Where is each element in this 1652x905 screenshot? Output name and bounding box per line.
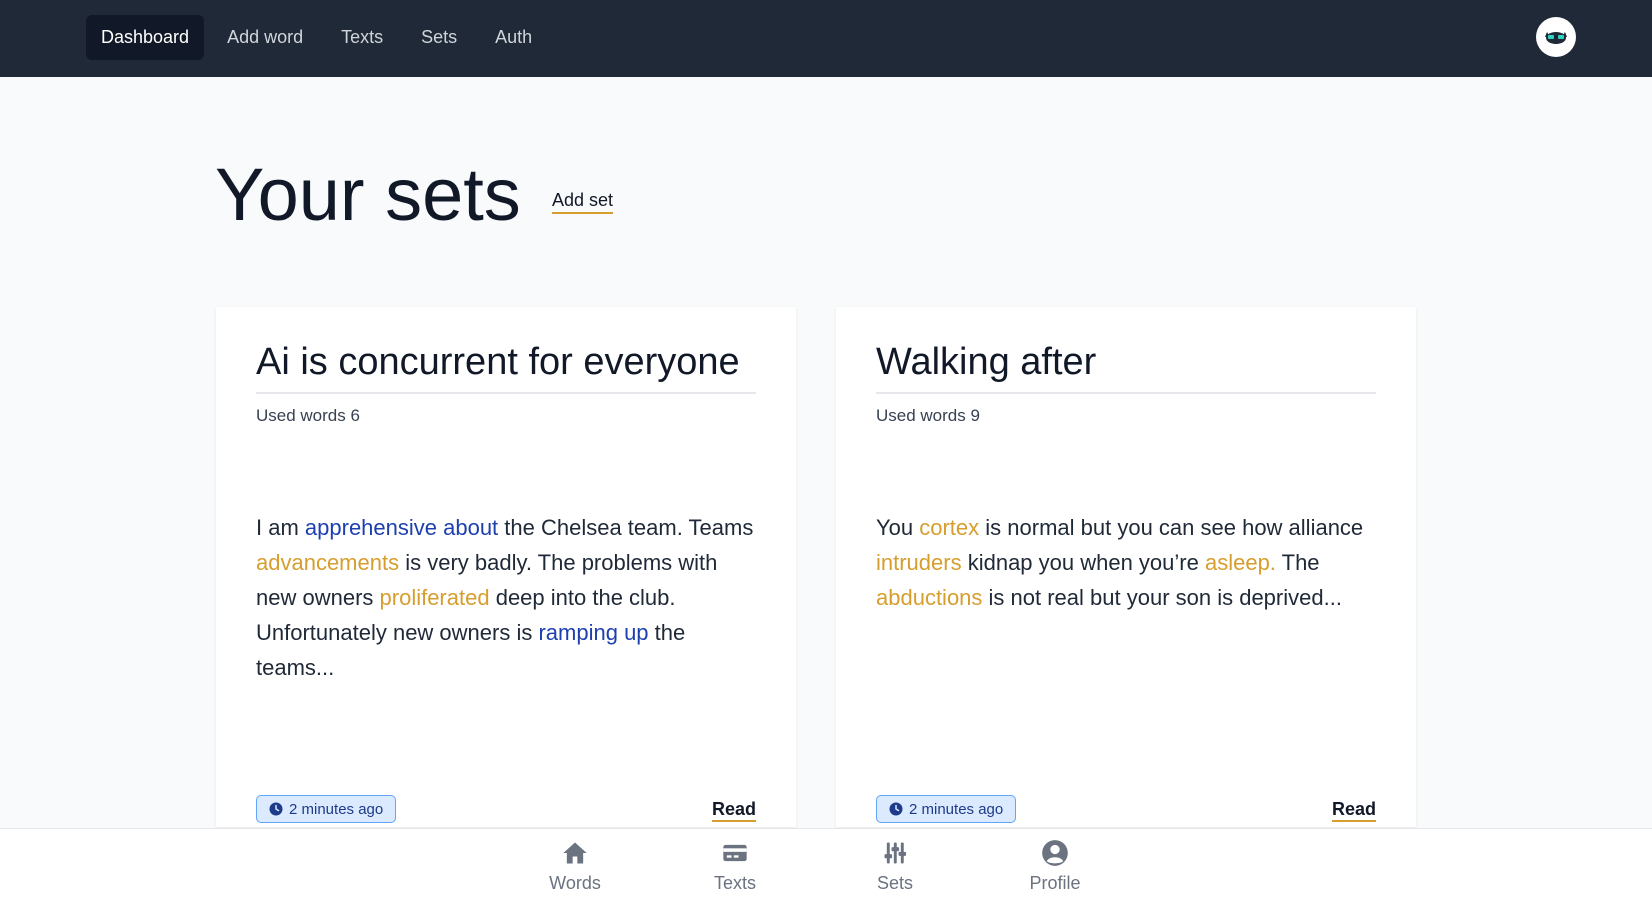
bottom-nav-label: Texts	[713, 873, 756, 893]
add-set-link[interactable]: Add set	[552, 190, 614, 214]
text-segment: kidnap you when you’re	[961, 550, 1205, 575]
bottom-nav-label: Words	[549, 873, 601, 893]
bottom-nav-texts[interactable]: Texts	[685, 839, 785, 894]
page-title: Your sets	[215, 153, 521, 236]
avatar[interactable]	[1536, 17, 1576, 57]
time-badge: 2 minutes ago	[876, 795, 1017, 823]
highlighted-word[interactable]: asleep.	[1205, 550, 1276, 575]
read-link[interactable]: Read	[1331, 799, 1376, 822]
time-label: 2 minutes ago	[289, 800, 384, 818]
card-icon	[685, 839, 785, 869]
used-words-count: Used words 9	[876, 406, 980, 425]
highlighted-word[interactable]: intruders	[876, 550, 962, 575]
cat-avatar-icon	[1545, 32, 1567, 44]
text-segment: the Chelsea team. Teams	[498, 515, 754, 540]
highlighted-word[interactable]: advancements	[256, 550, 399, 575]
nav-links: Dashboard Add word Texts Sets Auth	[86, 15, 547, 60]
time-label: 2 minutes ago	[909, 800, 1004, 818]
clock-icon	[269, 802, 283, 816]
user-circle-icon	[1005, 839, 1105, 869]
highlighted-word[interactable]: cortex	[919, 515, 979, 540]
highlighted-word[interactable]: proliferated	[380, 585, 490, 610]
set-text-preview: You cortex is normal but you can see how…	[876, 510, 1376, 615]
bottom-nav-label: Profile	[1029, 873, 1081, 893]
text-segment: You	[876, 515, 920, 540]
text-segment: The	[1275, 550, 1320, 575]
nav-sets[interactable]: Sets	[406, 15, 472, 60]
bottom-nav-label: Sets	[876, 873, 914, 893]
sliders-icon	[845, 839, 945, 869]
nav-add-word[interactable]: Add word	[212, 15, 318, 60]
clock-icon	[889, 802, 903, 816]
nav-dashboard[interactable]: Dashboard	[86, 15, 205, 60]
bottom-navbar: Words Texts Sets Profile	[0, 828, 1652, 905]
text-segment: I am	[256, 515, 305, 540]
set-text-preview: I am apprehensive about the Chelsea team…	[256, 510, 756, 685]
bottom-nav-sets[interactable]: Sets	[845, 839, 945, 894]
used-words-count: Used words 6	[256, 406, 360, 425]
bottom-nav-words[interactable]: Words	[525, 839, 625, 894]
text-segment: is normal but you can see how alliance	[979, 515, 1364, 540]
time-badge: 2 minutes ago	[256, 795, 397, 823]
read-link[interactable]: Read	[711, 799, 756, 822]
top-navbar: Dashboard Add word Texts Sets Auth	[0, 0, 1652, 77]
home-icon	[525, 839, 625, 869]
set-title: Ai is concurrent for everyone	[256, 341, 756, 394]
highlighted-word[interactable]: apprehensive about	[305, 515, 498, 540]
highlighted-word[interactable]: ramping up	[538, 620, 648, 645]
set-card: Ai is concurrent for everyone Used words…	[216, 307, 796, 827]
text-segment: is not real but your son is deprived...	[982, 585, 1342, 610]
bottom-nav-profile[interactable]: Profile	[1005, 839, 1105, 894]
set-title: Walking after	[876, 341, 1376, 394]
highlighted-word[interactable]: abductions	[876, 585, 982, 610]
nav-texts[interactable]: Texts	[326, 15, 398, 60]
nav-auth[interactable]: Auth	[480, 15, 547, 60]
set-card: Walking after Used words 9 You cortex is…	[836, 307, 1416, 827]
